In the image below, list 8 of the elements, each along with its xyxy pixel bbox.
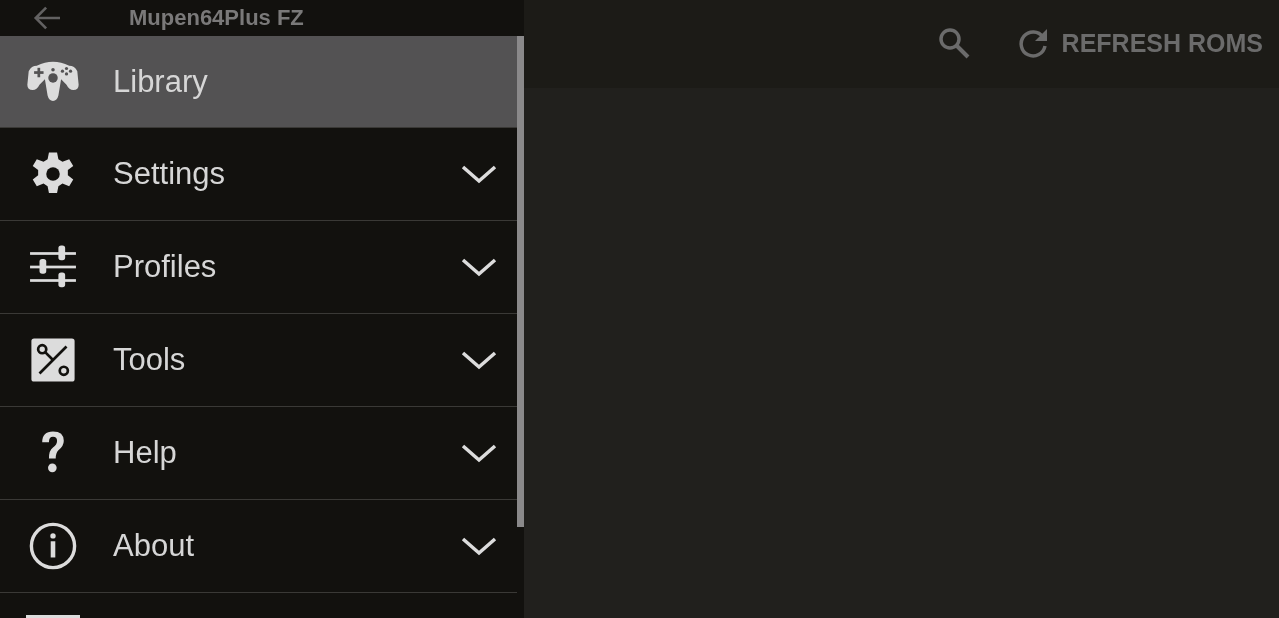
drawer-item[interactable]: Library (0, 36, 517, 128)
drawer-item[interactable]: Help (0, 407, 517, 500)
back-arrow-icon (32, 5, 62, 31)
drawer-item[interactable]: Settings (0, 128, 517, 221)
drawer-item[interactable]: About (0, 500, 517, 593)
drawer-item[interactable]: Profiles (0, 221, 517, 314)
drawer-item[interactable]: Tools (0, 314, 517, 407)
app-title: Mupen64Plus FZ (129, 5, 304, 31)
